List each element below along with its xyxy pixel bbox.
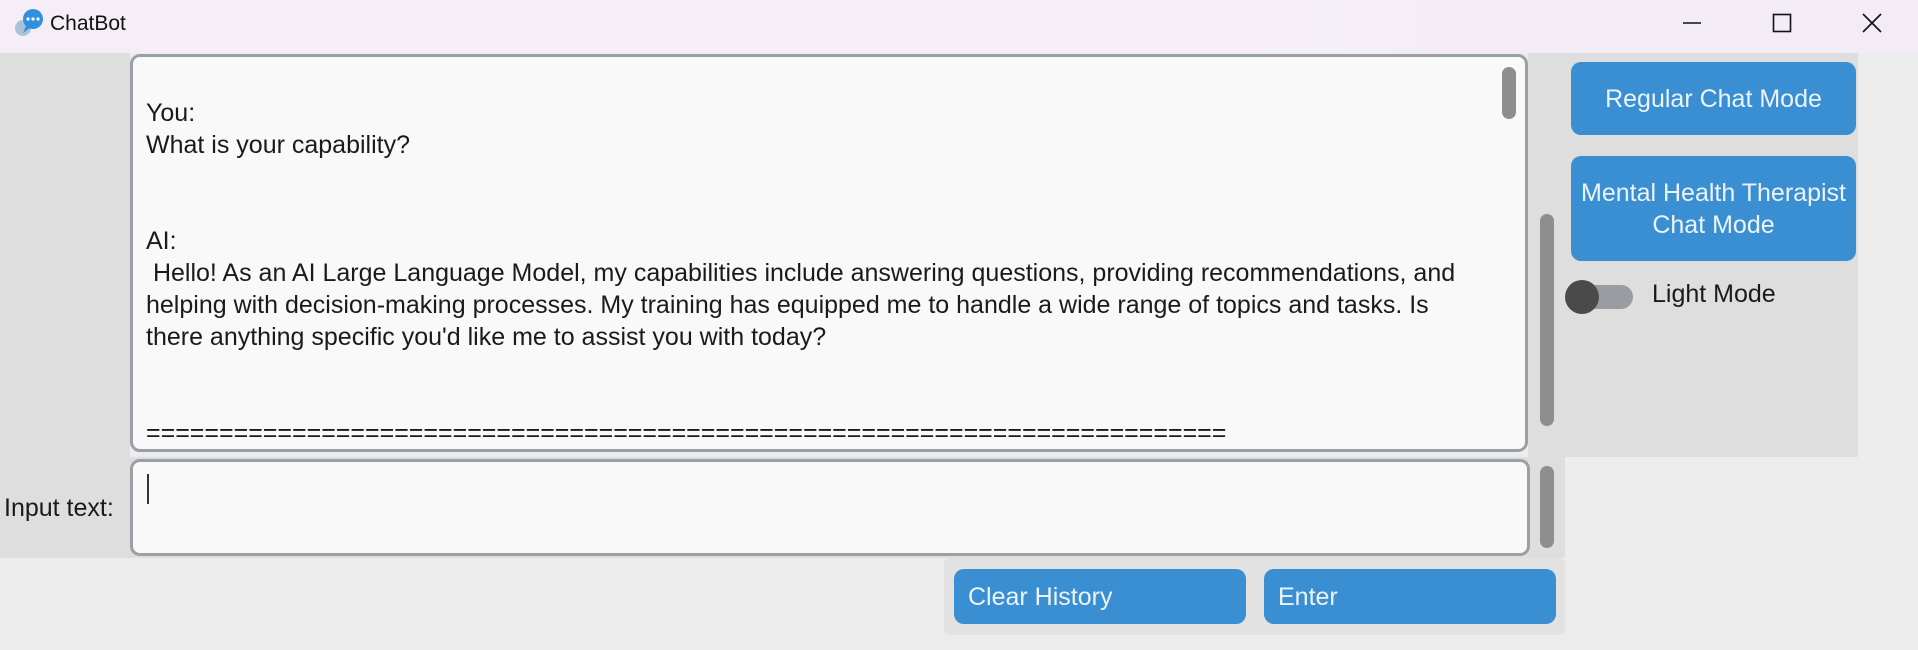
- enter-button[interactable]: Enter: [1264, 569, 1556, 624]
- light-mode-toggle[interactable]: [1565, 280, 1633, 314]
- input-scrollbar-thumb[interactable]: [1540, 466, 1554, 548]
- minimize-icon: [1683, 22, 1701, 24]
- toggle-knob: [1565, 280, 1599, 314]
- text-caret: [147, 474, 149, 504]
- message-input[interactable]: [130, 459, 1530, 556]
- chat-history[interactable]: You: What is your capability? AI: Hello!…: [130, 54, 1528, 452]
- title-bar: ChatBot: [0, 0, 1918, 53]
- close-button[interactable]: [1826, 0, 1918, 46]
- therapist-chat-mode-button[interactable]: Mental Health Therapist Chat Mode: [1571, 156, 1856, 261]
- window-title: ChatBot: [50, 12, 126, 35]
- left-gutter: [0, 53, 130, 457]
- maximize-button[interactable]: [1736, 0, 1828, 46]
- outer-scrollbar-thumb[interactable]: [1540, 214, 1554, 426]
- input-label: Input text:: [4, 494, 114, 522]
- regular-chat-mode-button[interactable]: Regular Chat Mode: [1571, 62, 1856, 135]
- light-mode-label: Light Mode: [1652, 280, 1776, 308]
- chat-transcript: You: What is your capability? AI: Hello!…: [146, 99, 1456, 447]
- chat-scrollbar-thumb[interactable]: [1502, 67, 1516, 119]
- minimize-button[interactable]: [1646, 0, 1738, 46]
- clear-history-button[interactable]: Clear History: [954, 569, 1246, 624]
- chat-bubble-icon: [15, 9, 43, 36]
- close-icon: [1862, 13, 1882, 33]
- maximize-icon: [1772, 13, 1792, 33]
